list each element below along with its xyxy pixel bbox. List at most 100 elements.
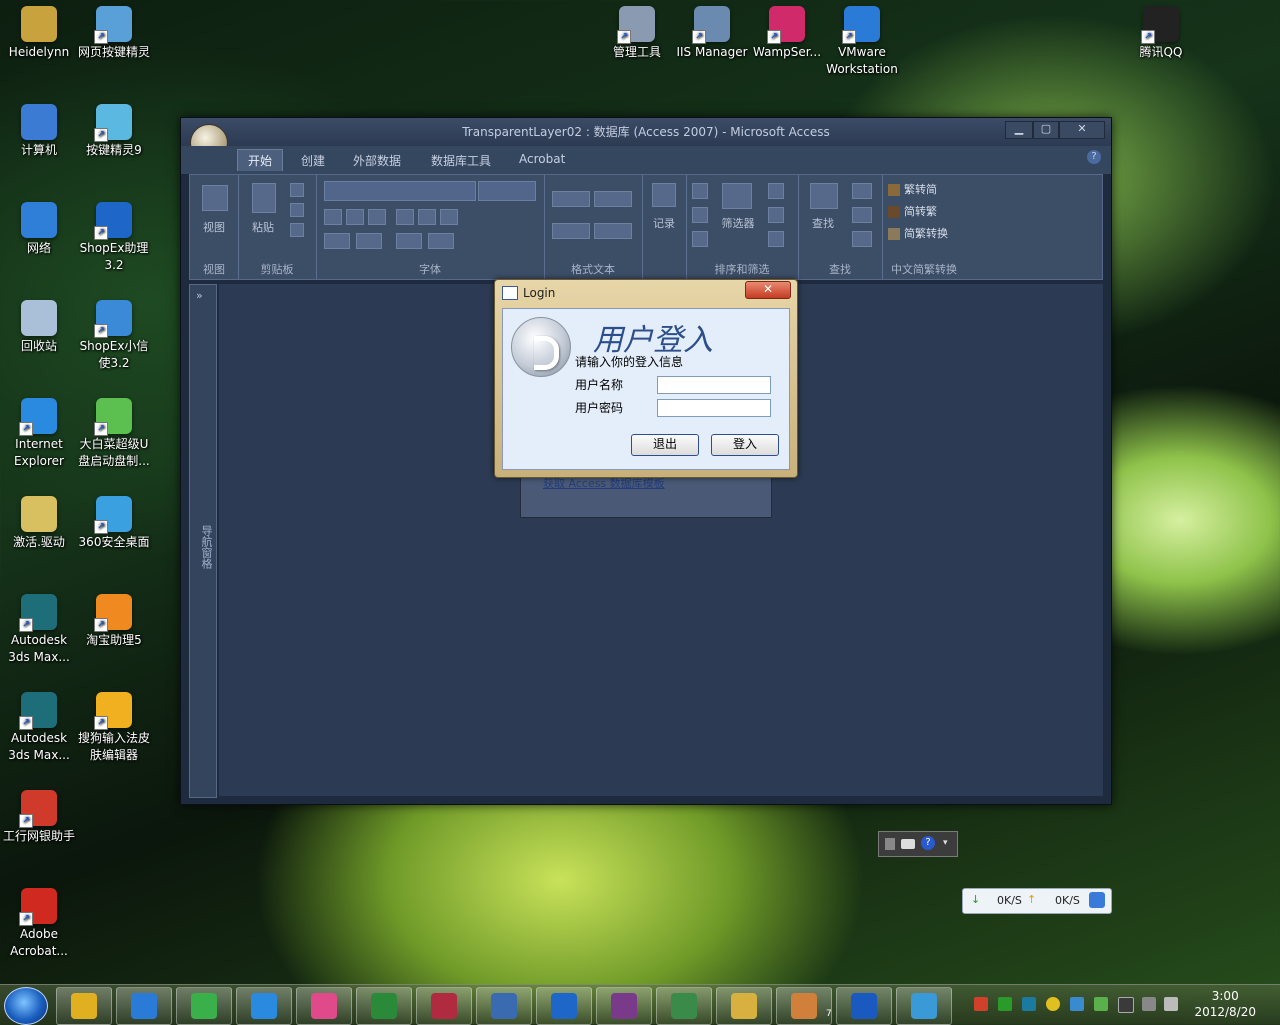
copy-icon[interactable]	[290, 203, 304, 217]
desktop-icon[interactable]: ↗ Adobe Acrobat...	[0, 882, 78, 960]
fill-color-icon[interactable]	[356, 233, 382, 249]
login-dialog[interactable]: Login ✕ 用户登入 请输入你的登入信息 用户名称 用户密码 退出 登入	[494, 279, 798, 478]
desktop-icon[interactable]: ↗ VMware Workstation	[823, 0, 901, 78]
tab-external-data[interactable]: 外部数据	[353, 152, 401, 169]
taskbar-app-button[interactable]	[236, 987, 292, 1025]
nav-pane-toggle[interactable]: »	[196, 289, 203, 302]
taskbar-app-button[interactable]	[836, 987, 892, 1025]
desktop-icon[interactable]: ↗ ShopEx助理3.2	[75, 196, 153, 274]
taskbar-app-button[interactable]	[656, 987, 712, 1025]
cut-icon[interactable]	[290, 183, 304, 197]
convert-both-button[interactable]: 简繁转换	[888, 225, 964, 241]
minimize-button[interactable]: ▁	[1005, 121, 1033, 139]
tray-icon-3[interactable]	[1022, 997, 1036, 1011]
align-center-icon[interactable]	[418, 209, 436, 225]
desktop-icon[interactable]: ↗ IIS Manager	[673, 0, 751, 61]
taskbar-app-button[interactable]	[716, 987, 772, 1025]
desktop-icon[interactable]: ↗ 淘宝助理5	[75, 588, 153, 649]
net-speed-widget[interactable]: ↓ 0K/S ↑ 0K/S	[962, 888, 1112, 914]
desktop-icon[interactable]: 网络	[0, 196, 78, 257]
sort-asc-icon[interactable]	[692, 183, 708, 199]
desktop-icon[interactable]: Heidelynn	[0, 0, 78, 61]
volume-icon[interactable]	[1164, 997, 1178, 1011]
records-button[interactable]: 记录	[646, 215, 682, 231]
desktop-icon[interactable]: ↗ Autodesk 3ds Max...	[0, 588, 78, 666]
sort-desc-icon[interactable]	[692, 207, 708, 223]
desktop-icon[interactable]: 激活.驱动	[0, 490, 78, 551]
clock[interactable]: 3:00 2012/8/20	[1194, 988, 1256, 1020]
rtl-icon[interactable]	[594, 191, 632, 207]
tab-create[interactable]: 创建	[301, 152, 325, 169]
clear-sort-icon[interactable]	[692, 231, 708, 247]
desktop-icon[interactable]: ↗ 搜狗输入法皮肤编辑器	[75, 686, 153, 764]
login-button[interactable]: 登入	[711, 434, 779, 456]
desktop-icon[interactable]: ↗ 工行网银助手	[0, 784, 78, 845]
options-icon[interactable]: ▾	[943, 838, 948, 848]
help-icon[interactable]: ?	[1087, 150, 1101, 164]
username-input[interactable]	[657, 376, 771, 394]
desktop-icon[interactable]: ↗ 360安全桌面	[75, 490, 153, 551]
font-name-dropdown[interactable]	[324, 181, 476, 201]
find-button[interactable]: 查找	[804, 215, 842, 231]
format-painter-icon[interactable]	[290, 223, 304, 237]
desktop-icon[interactable]: ↗ 网页按键精灵	[75, 0, 153, 61]
italic-icon[interactable]	[346, 209, 364, 225]
alt-row-color-icon[interactable]	[428, 233, 454, 249]
title-bar[interactable]: TransparentLayer02 : 数据库 (Access 2007) -…	[181, 118, 1111, 146]
bold-icon[interactable]	[324, 209, 342, 225]
taskbar-app-button[interactable]	[176, 987, 232, 1025]
login-close-button[interactable]: ✕	[745, 281, 791, 299]
toggle-filter-icon[interactable]	[768, 231, 784, 247]
desktop-icon[interactable]: 计算机	[0, 98, 78, 159]
filter-button[interactable]: 筛选器	[714, 215, 762, 231]
network-icon[interactable]	[1142, 997, 1156, 1011]
select-icon[interactable]	[852, 231, 872, 247]
desktop-icon[interactable]: ↗ ShopEx小信使3.2	[75, 294, 153, 372]
desktop-icon[interactable]: ↗ WampSer...	[748, 0, 826, 61]
tray-icon-4[interactable]	[1046, 997, 1060, 1011]
paste-button[interactable]: 粘贴	[246, 219, 280, 235]
language-bar[interactable]: ? ▾	[878, 831, 958, 857]
taskbar-app-button[interactable]	[476, 987, 532, 1025]
indent-icon[interactable]	[552, 191, 590, 207]
tray-icon-5[interactable]	[1070, 997, 1084, 1011]
tray-icon-1[interactable]	[974, 997, 988, 1011]
exit-button[interactable]: 退出	[631, 434, 699, 456]
taskbar-app-button[interactable]	[596, 987, 652, 1025]
trad-to-simp-button[interactable]: 繁转简	[888, 181, 964, 197]
navigation-pane[interactable]: » 导航窗格	[189, 284, 217, 798]
font-color-icon[interactable]	[324, 233, 350, 249]
taskbar-app-button[interactable]	[416, 987, 472, 1025]
desktop-icon[interactable]: ↗ Autodesk 3ds Max...	[0, 686, 78, 764]
maximize-button[interactable]: ▢	[1033, 121, 1059, 139]
taskbar-app-button[interactable]	[116, 987, 172, 1025]
taskbar-app-button[interactable]	[536, 987, 592, 1025]
goto-icon[interactable]	[852, 207, 872, 223]
taskbar-app-button[interactable]	[896, 987, 952, 1025]
desktop-icon[interactable]: ↗ 按键精灵9	[75, 98, 153, 159]
replace-icon[interactable]	[852, 183, 872, 199]
help-icon[interactable]: ?	[921, 836, 935, 850]
taskbar-app-button[interactable]	[776, 987, 832, 1025]
tab-home[interactable]: 开始	[237, 149, 284, 171]
grip-icon[interactable]	[885, 838, 895, 850]
font-size-dropdown[interactable]	[478, 181, 536, 201]
tab-acrobat[interactable]: Acrobat	[519, 152, 565, 166]
close-button[interactable]: ✕	[1059, 121, 1105, 139]
desktop-icon[interactable]: 回收站	[0, 294, 78, 355]
selection-icon[interactable]	[768, 183, 784, 199]
desktop-icon[interactable]: ↗ 腾讯QQ	[1122, 0, 1200, 61]
ie-icon[interactable]	[1089, 892, 1105, 908]
view-button[interactable]: 视图	[194, 219, 234, 235]
highlight-icon[interactable]	[594, 223, 632, 239]
underline-icon[interactable]	[368, 209, 386, 225]
align-right-icon[interactable]	[440, 209, 458, 225]
password-input[interactable]	[657, 399, 771, 417]
bullets-icon[interactable]	[552, 223, 590, 239]
start-button[interactable]	[4, 987, 48, 1025]
taskbar-app-button[interactable]	[56, 987, 112, 1025]
taskbar-app-button[interactable]	[356, 987, 412, 1025]
tray-icon-7[interactable]	[1118, 997, 1134, 1013]
simp-to-trad-button[interactable]: 简转繁	[888, 203, 964, 219]
gridlines-icon[interactable]	[396, 233, 422, 249]
